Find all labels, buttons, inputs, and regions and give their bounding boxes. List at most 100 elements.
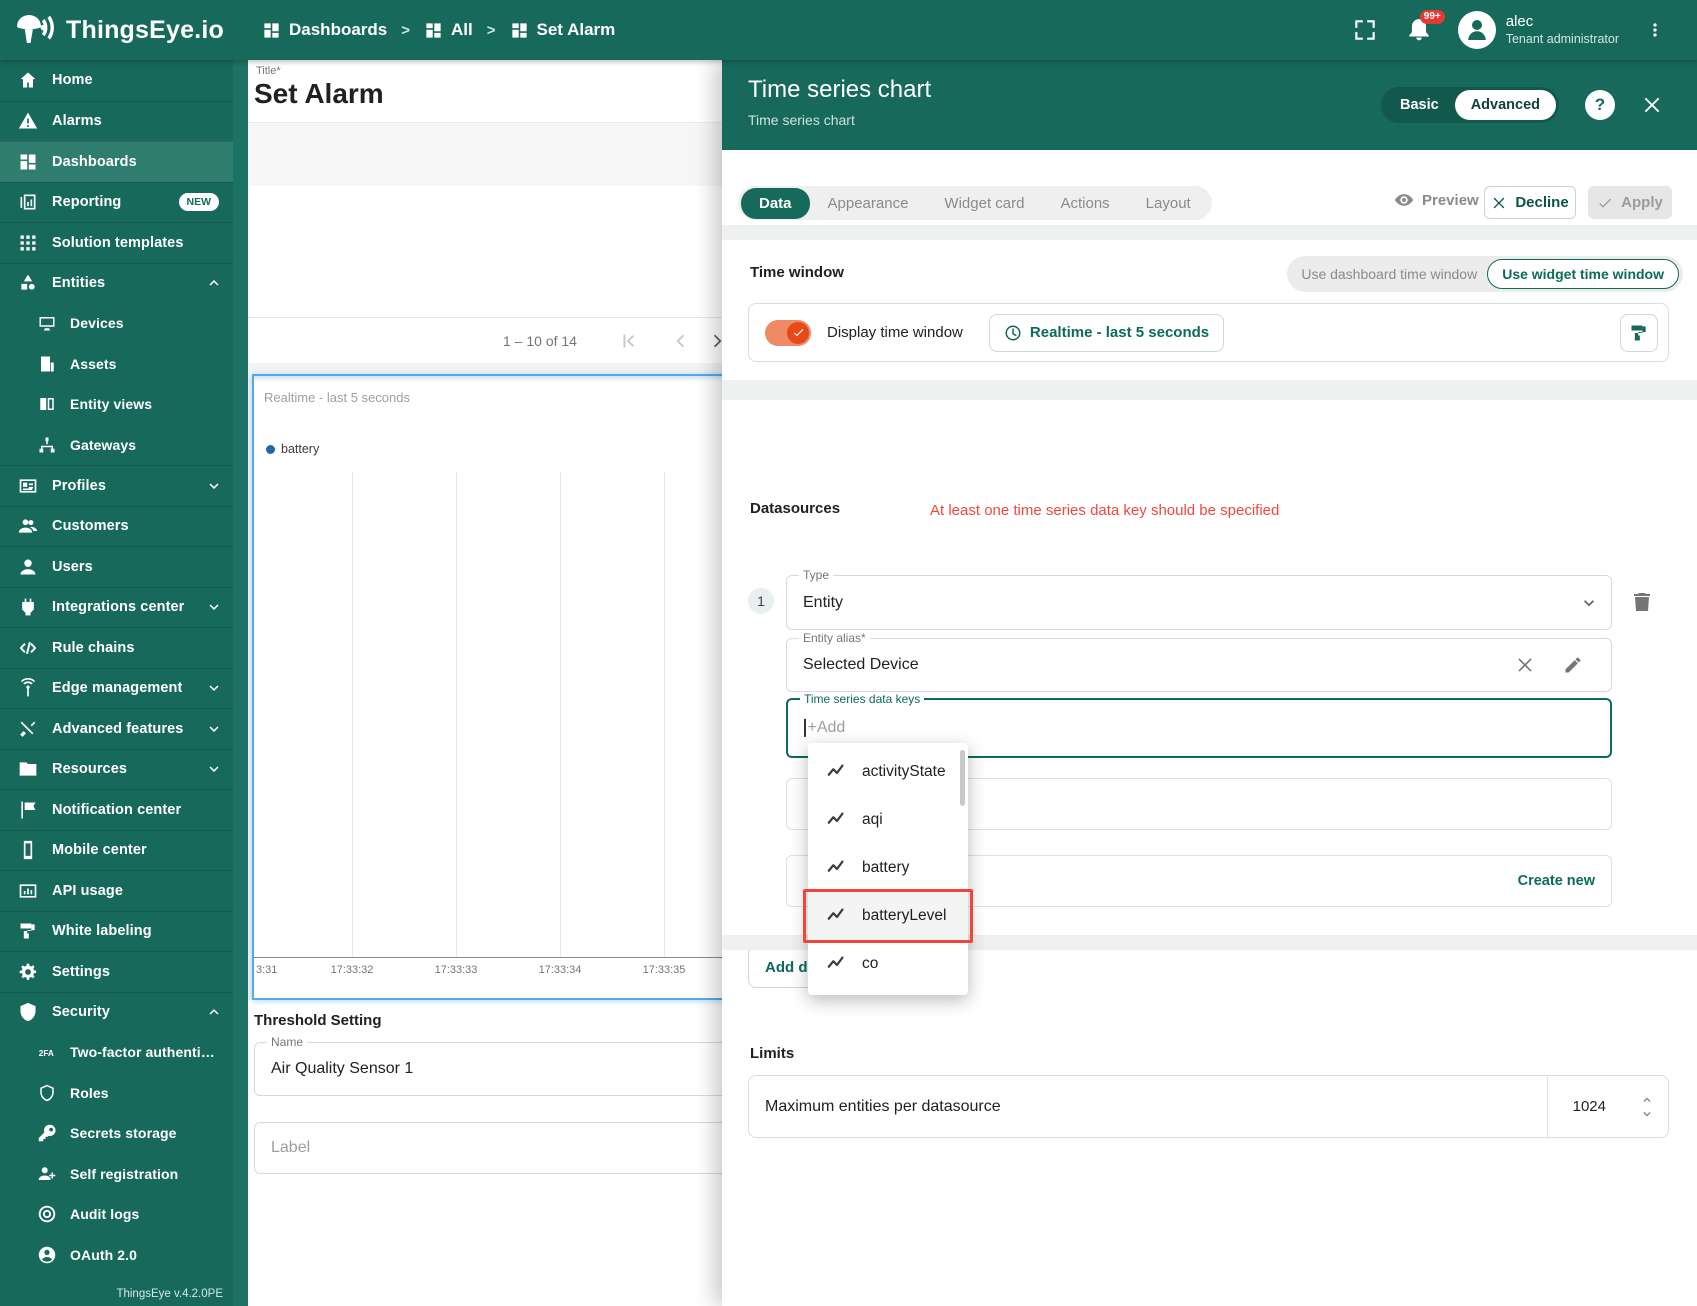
display-timewindow-label: Display time window xyxy=(827,324,963,341)
dropdown-scrollbar[interactable] xyxy=(960,750,965,806)
sidebar-item-integrations-center[interactable]: Integrations center xyxy=(0,587,233,628)
sidebar-item-entities[interactable]: Entities xyxy=(0,263,233,304)
display-timewindow-toggle[interactable] xyxy=(765,320,811,346)
breadcrumb-item-all[interactable]: All xyxy=(424,20,473,40)
entities-icon xyxy=(18,273,38,293)
sidebar-item-edge-management[interactable]: Edge management xyxy=(0,668,233,709)
dropdown-option-co[interactable]: co xyxy=(808,940,968,988)
realtime-timewindow-button[interactable]: Realtime - last 5 seconds xyxy=(989,314,1224,352)
kebab-menu-icon[interactable] xyxy=(1645,18,1665,42)
stepper-up-icon xyxy=(1640,1093,1654,1107)
sidebar-item-gateways[interactable]: Gateways xyxy=(0,425,233,466)
sidebar-item-dashboards[interactable]: Dashboards xyxy=(0,141,233,182)
timewindow-style-button[interactable] xyxy=(1620,314,1658,352)
breadcrumb-item-set-alarm[interactable]: Set Alarm xyxy=(510,20,616,40)
avatar[interactable] xyxy=(1458,11,1496,49)
sidebar-item-api-usage[interactable]: API usage xyxy=(0,870,233,911)
sidebar-item-customers[interactable]: Customers xyxy=(0,506,233,547)
tab-layout[interactable]: Layout xyxy=(1128,188,1209,219)
chevron-down-icon xyxy=(205,720,223,738)
fullscreen-icon[interactable] xyxy=(1352,17,1378,43)
use-widget-timewindow-option[interactable]: Use widget time window xyxy=(1487,259,1679,289)
decline-label: Decline xyxy=(1515,194,1568,211)
edit-alias-pencil-icon[interactable] xyxy=(1563,655,1583,675)
tab-data[interactable]: Data xyxy=(741,188,810,219)
clear-alias-icon[interactable] xyxy=(1515,655,1535,675)
entity-alias-value: Selected Device xyxy=(803,656,919,674)
sidebar-item-rule-chains[interactable]: Rule chains xyxy=(0,627,233,668)
datasource-type-select[interactable]: Type Entity xyxy=(786,575,1612,630)
close-icon[interactable] xyxy=(1641,94,1663,116)
sidebar-item-secrets-storage[interactable]: Secrets storage xyxy=(0,1113,233,1154)
sidebar-item-assets[interactable]: Assets xyxy=(0,344,233,385)
limits-section: Limits Maximum entities per datasource 1… xyxy=(722,1040,1697,1185)
delete-datasource-icon[interactable] xyxy=(1630,590,1654,614)
apply-button[interactable]: Apply xyxy=(1588,186,1672,219)
timeseries-icon xyxy=(826,857,848,879)
sidebar-item-profiles[interactable]: Profiles xyxy=(0,465,233,506)
sidebar-item-entity-views[interactable]: Entity views xyxy=(0,384,233,425)
sidebar-item-label: API usage xyxy=(52,883,123,899)
tab-widget-card[interactable]: Widget card xyxy=(926,188,1042,219)
dropdown-option-battery[interactable]: battery xyxy=(808,844,968,892)
dropdown-option-aqi[interactable]: aqi xyxy=(808,796,968,844)
sidebar-item-roles[interactable]: Roles xyxy=(0,1073,233,1114)
sidebar-item-label: Secrets storage xyxy=(70,1125,177,1141)
create-new-link[interactable]: Create new xyxy=(1518,873,1595,889)
help-icon[interactable]: ? xyxy=(1585,90,1615,120)
number-stepper[interactable] xyxy=(1640,1093,1654,1121)
sidebar-item-home[interactable]: Home xyxy=(0,60,233,101)
mode-advanced-option[interactable]: Advanced xyxy=(1455,90,1556,120)
entity-alias-field[interactable]: Entity alias* Selected Device xyxy=(786,638,1612,692)
notifications-bell-icon[interactable]: 99+ xyxy=(1406,17,1432,43)
threshold-name-field[interactable]: Name Air Quality Sensor 1 xyxy=(254,1042,759,1096)
sidebar-item-two-factor-authenticati[interactable]: 2FATwo-factor authenticati… xyxy=(0,1032,233,1073)
name-field-value: Air Quality Sensor 1 xyxy=(271,1060,413,1078)
apply-label: Apply xyxy=(1621,194,1663,211)
sidebar-item-resources[interactable]: Resources xyxy=(0,749,233,790)
person-icon xyxy=(1462,15,1492,45)
sidebar-item-label: Advanced features xyxy=(52,721,183,737)
first-page-icon[interactable] xyxy=(618,330,640,352)
max-entities-value[interactable]: 1024 xyxy=(1573,1098,1606,1115)
page-title: Set Alarm xyxy=(254,78,384,110)
sidebar-item-alarms[interactable]: Alarms xyxy=(0,101,233,142)
limits-heading: Limits xyxy=(750,1045,794,1062)
user-role: Tenant administrator xyxy=(1506,32,1619,48)
breadcrumb-item-dashboards[interactable]: Dashboards xyxy=(262,20,387,40)
sidebar-item-devices[interactable]: Devices xyxy=(0,303,233,344)
new-badge: NEW xyxy=(179,193,220,211)
timeseries-widget[interactable]: Realtime - last 5 seconds battery 3:3117… xyxy=(252,374,764,1000)
sidebar-item-solution-templates[interactable]: Solution templates xyxy=(0,222,233,263)
dropdown-option-batterylevel[interactable]: batteryLevel xyxy=(808,892,968,940)
sidebar-item-label: Entities xyxy=(52,275,105,291)
use-dashboard-timewindow-option[interactable]: Use dashboard time window xyxy=(1301,266,1477,282)
sidebar-item-self-registration[interactable]: Self registration xyxy=(0,1154,233,1195)
sidebar-item-users[interactable]: Users xyxy=(0,546,233,587)
max-entities-row: Maximum entities per datasource 1024 xyxy=(748,1075,1669,1138)
sidebar-item-notification-center[interactable]: Notification center xyxy=(0,789,233,830)
mode-basic-option[interactable]: Basic xyxy=(1384,90,1455,120)
sidebar-item-security[interactable]: Security xyxy=(0,992,233,1033)
chevron-down-icon xyxy=(205,477,223,495)
sidebar-item-mobile-center[interactable]: Mobile center xyxy=(0,830,233,871)
preview-button[interactable]: Preview xyxy=(1394,190,1479,210)
sidebar-item-audit-logs[interactable]: Audit logs xyxy=(0,1194,233,1235)
sidebar-item-settings[interactable]: Settings xyxy=(0,951,233,992)
logo[interactable]: ThingsEye.io xyxy=(0,12,248,48)
user-info[interactable]: alec Tenant administrator xyxy=(1506,13,1619,47)
chart-legend[interactable]: battery xyxy=(266,442,319,456)
tab-actions[interactable]: Actions xyxy=(1042,188,1127,219)
notification-icon xyxy=(18,800,38,820)
sidebar-item-oauth-2-0[interactable]: OAuth 2.0 xyxy=(0,1235,233,1276)
sidebar-item-advanced-features[interactable]: Advanced features xyxy=(0,708,233,749)
dropdown-option-label: activityState xyxy=(862,763,946,781)
sidebar-item-reporting[interactable]: ReportingNEW xyxy=(0,182,233,223)
sidebar-item-white-labeling[interactable]: White labeling xyxy=(0,911,233,952)
dropdown-option-activitystate[interactable]: activityState xyxy=(808,748,968,796)
sidebar-item-label: Roles xyxy=(70,1085,109,1101)
threshold-label-field[interactable]: Label xyxy=(254,1122,759,1174)
decline-button[interactable]: Decline xyxy=(1484,186,1576,219)
tab-appearance[interactable]: Appearance xyxy=(810,188,927,219)
prev-page-icon[interactable] xyxy=(670,330,692,352)
